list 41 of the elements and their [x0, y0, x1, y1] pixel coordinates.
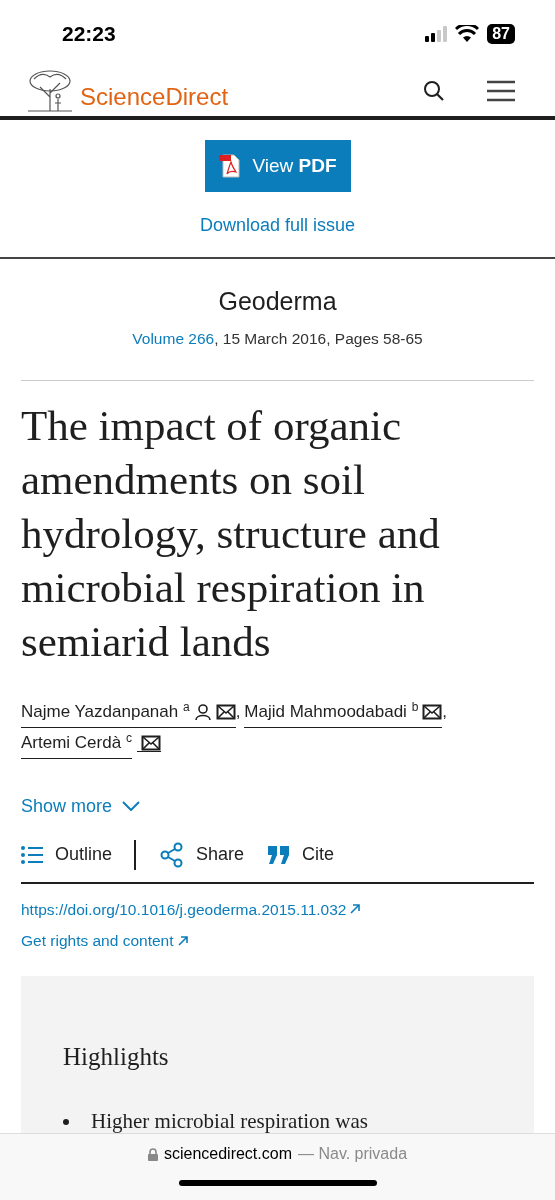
tree-logo-icon — [26, 68, 74, 113]
journal-title[interactable]: Geoderma — [218, 283, 337, 321]
author-link[interactable]: Najme Yazdanpanah $^{a}$ — [21, 696, 236, 728]
show-more-button[interactable]: Show more — [21, 792, 141, 820]
author-link[interactable]: Majid Mahmoodabadi $^{b}$ — [244, 696, 443, 728]
rights-link[interactable]: Get rights and content — [21, 929, 534, 953]
author-link[interactable]: Artemi Cerdà $^{c}$ — [21, 727, 132, 759]
journal-issue-info: Volume 266, 15 March 2016, Pages 58-65 — [132, 328, 423, 349]
email-icon[interactable] — [215, 704, 236, 721]
domain-text[interactable]: sciencedirect.com — [163, 1142, 292, 1166]
quote-icon — [268, 845, 291, 864]
cite-button[interactable]: Cite — [268, 841, 335, 869]
comma: , — [442, 701, 448, 724]
bullet-icon — [63, 1118, 69, 1125]
comma: , — [235, 701, 241, 724]
email-icon[interactable] — [422, 704, 443, 721]
share-button[interactable]: Share — [160, 841, 245, 869]
status-time: 22:23 — [62, 20, 116, 47]
highlights-heading: Highlights — [63, 1042, 170, 1073]
battery-indicator: 87 — [487, 23, 515, 44]
outline-button[interactable]: Outline — [21, 841, 113, 869]
lock-icon — [147, 1147, 158, 1161]
view-pdf-button[interactable]: View PDF — [204, 140, 351, 192]
highlight-text: Higher microbial respiration was — [91, 1107, 368, 1135]
list-icon — [21, 845, 43, 864]
search-icon[interactable] — [423, 79, 445, 102]
chevron-down-icon — [122, 801, 141, 812]
download-full-issue-link[interactable]: Download full issue — [199, 212, 356, 239]
signal-icon — [425, 25, 448, 42]
doi-link[interactable]: https://doi.org/10.1016/j.geoderma.2015.11.032 — [21, 897, 534, 921]
email-icon[interactable] — [140, 734, 161, 751]
share-icon — [160, 841, 185, 868]
pdf-file-icon — [218, 154, 243, 178]
wifi-icon — [455, 25, 480, 42]
external-link-icon — [177, 935, 188, 946]
sciencedirect-logo[interactable]: ScienceDirect — [80, 84, 229, 113]
person-icon[interactable] — [193, 703, 212, 722]
private-mode-text: — Nav. privada — [298, 1144, 408, 1164]
article-title: The impact of organic amendments on soil hydrology, structure and microbial respiration in semiarid lands — [20, 400, 441, 667]
menu-icon[interactable] — [487, 79, 515, 102]
external-link-icon — [350, 904, 361, 915]
